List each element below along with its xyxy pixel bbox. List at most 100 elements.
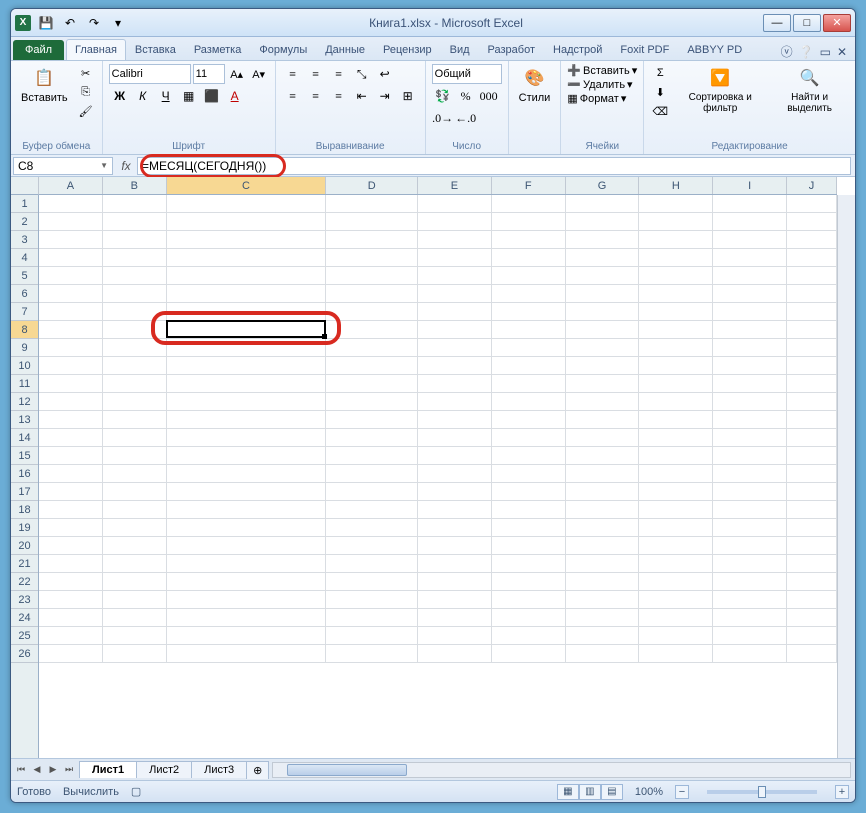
redo-button[interactable]: ↷ [83,12,105,34]
help-icon[interactable]: ❔ [799,45,814,59]
cell[interactable] [39,627,103,645]
cell[interactable] [103,231,167,249]
cell[interactable] [103,519,167,537]
cell[interactable] [787,555,837,573]
row-header[interactable]: 25 [11,627,38,645]
cell[interactable] [492,321,566,339]
cell[interactable] [418,591,492,609]
cell[interactable] [39,465,103,483]
cell[interactable] [492,465,566,483]
cell[interactable] [787,393,837,411]
cell[interactable] [492,375,566,393]
cell[interactable] [326,357,418,375]
column-header[interactable]: B [103,177,167,194]
cell[interactable] [418,393,492,411]
tab-foxit[interactable]: Foxit PDF [611,39,678,60]
cell[interactable] [103,321,167,339]
page-break-view-button[interactable]: ▤ [601,784,623,800]
cell[interactable] [492,195,566,213]
cell[interactable] [167,339,327,357]
cell[interactable] [787,501,837,519]
merge-button[interactable]: ⊞ [397,86,419,106]
cell[interactable] [418,249,492,267]
cell[interactable] [639,591,713,609]
cell[interactable] [167,303,327,321]
row-header[interactable]: 12 [11,393,38,411]
sheet-last-button[interactable]: ⏭ [61,762,77,778]
align-top-button[interactable]: ≡ [282,64,304,84]
cell[interactable] [639,411,713,429]
cell[interactable] [326,285,418,303]
tab-abbyy[interactable]: ABBYY PD [678,39,751,60]
cell[interactable] [787,645,837,663]
wrap-text-button[interactable]: ↩ [374,64,396,84]
cell[interactable] [492,555,566,573]
cell[interactable] [566,537,640,555]
cell[interactable] [326,375,418,393]
cell[interactable] [787,591,837,609]
styles-button[interactable]: 🎨 Стили [515,64,555,106]
minimize-button[interactable]: — [763,14,791,32]
zoom-out-button[interactable]: − [675,785,689,799]
paste-button[interactable]: 📋 Вставить [17,64,72,106]
cell[interactable] [167,411,327,429]
decrease-decimal-button[interactable]: ←.0 [455,108,477,128]
cell[interactable] [418,447,492,465]
cell[interactable] [418,573,492,591]
cell[interactable] [492,573,566,591]
cell[interactable] [713,537,787,555]
cell[interactable] [566,609,640,627]
cell[interactable] [566,213,640,231]
cell[interactable] [713,375,787,393]
cell[interactable] [787,429,837,447]
cell[interactable] [566,303,640,321]
orientation-button[interactable]: ⤡ [351,64,373,84]
cell[interactable] [639,195,713,213]
vertical-scrollbar[interactable] [837,195,855,758]
fill-color-button[interactable]: ⬛ [201,86,223,106]
cell[interactable] [492,285,566,303]
cell[interactable] [492,447,566,465]
cell[interactable] [103,249,167,267]
cell[interactable] [787,213,837,231]
cell[interactable] [566,573,640,591]
tab-addins[interactable]: Надстрой [544,39,611,60]
cell[interactable]: 2 [167,321,327,339]
cell[interactable] [103,573,167,591]
cell[interactable] [326,411,418,429]
align-center-button[interactable]: ≡ [305,86,327,106]
cell[interactable] [566,465,640,483]
cell[interactable] [566,195,640,213]
cell[interactable] [492,303,566,321]
cell[interactable] [713,357,787,375]
number-format-select[interactable] [432,64,502,84]
fill-button[interactable]: ⬇ [650,83,670,101]
cell[interactable] [167,249,327,267]
cell[interactable] [713,447,787,465]
cell[interactable] [103,303,167,321]
cell[interactable] [566,321,640,339]
row-header[interactable]: 16 [11,465,38,483]
new-sheet-button[interactable]: ⊕ [246,761,269,779]
clear-button[interactable]: ⌫ [650,102,670,120]
cell[interactable] [326,555,418,573]
cell[interactable] [639,249,713,267]
cell[interactable] [39,591,103,609]
cell[interactable] [418,303,492,321]
cell[interactable] [713,555,787,573]
cell[interactable] [167,231,327,249]
cell[interactable] [713,231,787,249]
shrink-font-button[interactable]: A▾ [249,65,269,83]
row-header[interactable]: 1 [11,195,38,213]
tab-data[interactable]: Данные [316,39,374,60]
cell[interactable] [103,555,167,573]
cell[interactable] [787,321,837,339]
cell[interactable] [418,267,492,285]
cell[interactable] [492,411,566,429]
insert-cells-button[interactable]: ➕Вставить▾ [567,64,637,77]
cell[interactable] [787,627,837,645]
cell[interactable] [566,555,640,573]
cell[interactable] [167,555,327,573]
cell[interactable] [39,285,103,303]
cell[interactable] [418,483,492,501]
